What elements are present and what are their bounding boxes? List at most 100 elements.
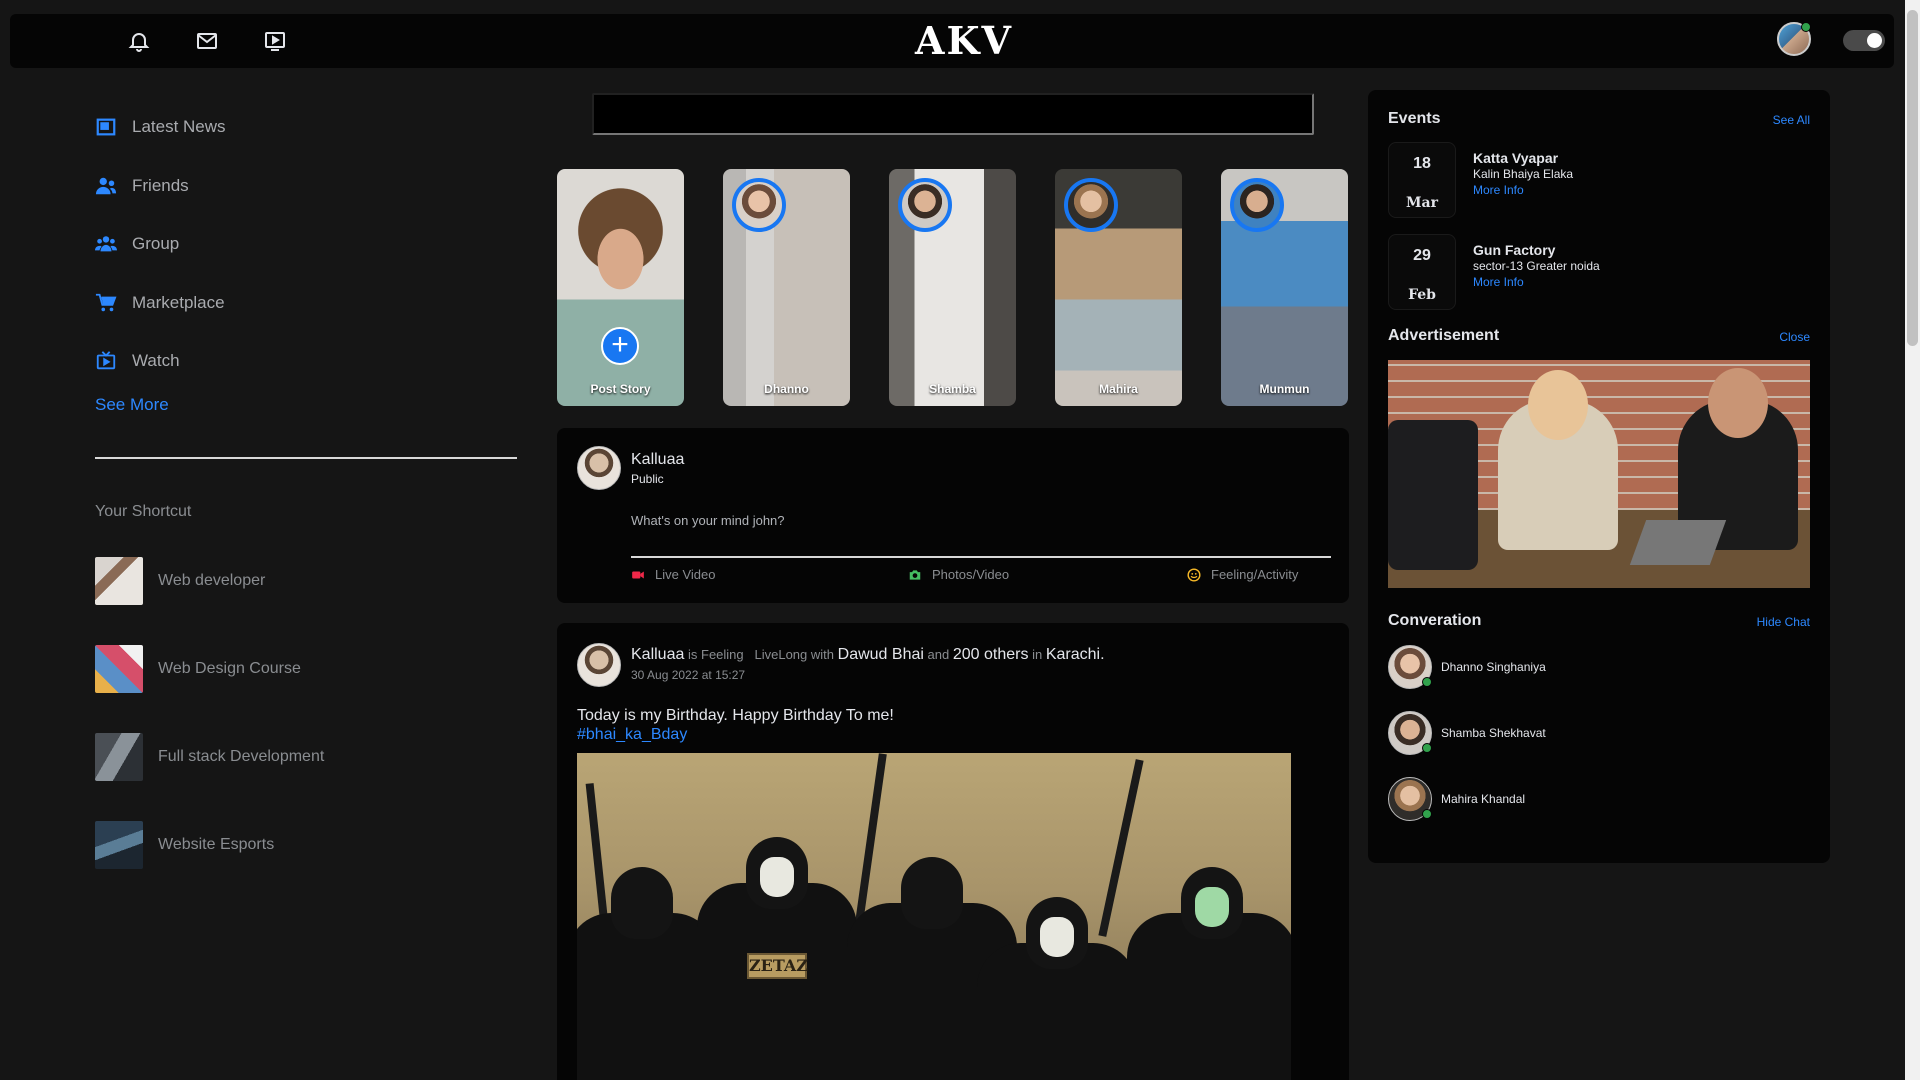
sidebar-item-label: Watch xyxy=(132,351,180,371)
image-detail xyxy=(1098,759,1144,937)
shortcut-website-esports[interactable]: Website Esports xyxy=(95,801,517,889)
tagged-others[interactable]: 200 others xyxy=(953,646,1029,663)
sidebar-item-label: Marketplace xyxy=(132,292,225,312)
advertisement-title: Advertisement xyxy=(1388,327,1500,344)
story-name: Post Story xyxy=(590,382,651,396)
tagged-friend[interactable]: Dawud Bhai xyxy=(838,646,924,663)
event-title: Katta Vyapar xyxy=(1473,150,1559,166)
bell-icon[interactable] xyxy=(127,29,151,53)
composer-avatar[interactable] xyxy=(577,446,621,490)
post-hashtag[interactable]: #bhai_ka_Bday xyxy=(577,726,687,744)
sidebar-item-watch[interactable]: Watch xyxy=(95,332,517,391)
page-scrollbar[interactable] xyxy=(1905,0,1920,1080)
composer-divider xyxy=(631,556,1331,558)
camera-icon xyxy=(909,569,921,580)
event-location: Kalin Bhaiya Elaka xyxy=(1473,167,1574,181)
contact-item[interactable]: Shamba Shekhavat xyxy=(1388,711,1808,755)
story-avatar xyxy=(1064,178,1118,232)
event-day: 29 xyxy=(1413,247,1431,264)
image-figure xyxy=(1127,867,1291,1080)
story-image xyxy=(557,169,684,406)
watch-icon xyxy=(95,350,117,372)
post-timestamp[interactable]: 30 Aug 2022 at 15:27 xyxy=(631,668,745,682)
live-video-button[interactable]: Live Video xyxy=(631,567,715,582)
event-more-info-link[interactable]: More Info xyxy=(1473,275,1524,289)
event-date: 18 Mar xyxy=(1388,142,1456,218)
post-composer: Kalluaa Public Live Video Photos/Video F… xyxy=(557,428,1349,603)
profile-avatar[interactable] xyxy=(1777,22,1811,56)
online-indicator xyxy=(1801,22,1811,32)
feeling-activity-button[interactable]: Feeling/Activity xyxy=(1187,567,1298,582)
contact-name: Shamba Shekhavat xyxy=(1441,726,1546,740)
shortcut-thumbnail xyxy=(95,732,143,781)
left-sidebar: Latest News Friends Group Marketplace Wa… xyxy=(95,98,517,889)
story-shamba[interactable]: Shamba xyxy=(889,169,1016,406)
hide-chat-button[interactable]: Hide Chat xyxy=(1757,615,1810,629)
advertisement-image[interactable] xyxy=(1388,360,1810,588)
image-detail xyxy=(1040,917,1074,957)
post-in: in xyxy=(1032,647,1043,662)
contact-item[interactable]: Mahira Khandal xyxy=(1388,777,1808,821)
post-image[interactable]: ZETAZ xyxy=(577,753,1291,1080)
video-icon xyxy=(632,571,644,578)
shortcut-label: Web developer xyxy=(158,571,266,589)
event-day: 18 xyxy=(1413,155,1431,172)
post-author[interactable]: Kalluaa xyxy=(631,646,684,663)
composer-audience[interactable]: Public xyxy=(631,472,664,486)
sidebar-item-friends[interactable]: Friends xyxy=(95,157,517,216)
image-detail xyxy=(1629,520,1727,565)
post-input[interactable] xyxy=(631,510,1331,530)
post-feeling: LiveLong xyxy=(754,647,808,662)
online-indicator xyxy=(1422,677,1432,687)
see-more-link[interactable]: See More xyxy=(95,395,517,419)
story-name: Munmun xyxy=(1259,382,1310,396)
sidebar-item-group[interactable]: Group xyxy=(95,215,517,274)
smile-icon xyxy=(1187,567,1201,582)
image-patch: ZETAZ xyxy=(747,953,808,979)
shortcut-thumbnail xyxy=(95,820,143,869)
theme-toggle[interactable] xyxy=(1843,30,1885,51)
photos-video-button[interactable]: Photos/Video xyxy=(908,567,1009,582)
story-post[interactable]: + Post Story xyxy=(557,169,684,406)
image-figure xyxy=(577,867,717,1080)
shortcut-full-stack-development[interactable]: Full stack Development xyxy=(95,713,517,801)
sidebar-item-marketplace[interactable]: Marketplace xyxy=(95,274,517,333)
top-navigation: AKV xyxy=(10,14,1894,68)
contact-item[interactable]: Dhanno Singhaniya xyxy=(1388,645,1808,689)
story-name: Dhanno xyxy=(764,382,809,396)
event-month: Feb xyxy=(1408,287,1436,303)
group-icon xyxy=(95,233,117,255)
online-indicator xyxy=(1422,809,1432,819)
see-all-events-link[interactable]: See All xyxy=(1773,113,1810,127)
shortcut-web-developer[interactable]: Web developer xyxy=(95,537,517,625)
story-munmun[interactable]: Munmun xyxy=(1221,169,1348,406)
add-story-icon[interactable]: + xyxy=(601,327,639,365)
post-and: and xyxy=(927,647,950,662)
scrollbar-thumb[interactable] xyxy=(1907,10,1918,346)
shortcut-web-design-course[interactable]: Web Design Course xyxy=(95,625,517,713)
image-detail xyxy=(1195,887,1229,927)
story-mahira[interactable]: Mahira xyxy=(1055,169,1182,406)
event-title: Gun Factory xyxy=(1473,242,1556,258)
story-avatar xyxy=(1230,178,1284,232)
app-logo[interactable]: AKV xyxy=(915,22,1013,60)
event-more-info-link[interactable]: More Info xyxy=(1473,183,1524,197)
sidebar-item-latest-news[interactable]: Latest News xyxy=(95,98,517,157)
search-input[interactable] xyxy=(592,93,1314,135)
shortcut-thumbnail xyxy=(95,644,143,693)
online-indicator xyxy=(1422,743,1432,753)
image-detail xyxy=(901,857,963,929)
post-location[interactable]: Karachi. xyxy=(1046,646,1105,663)
close-ad-button[interactable]: Close xyxy=(1779,330,1810,344)
right-panel: Events See All 18 Mar Katta Vyapar Kalin… xyxy=(1368,90,1830,863)
image-figure xyxy=(977,897,1137,1080)
story-avatar xyxy=(732,178,786,232)
mail-icon[interactable] xyxy=(195,29,219,53)
sidebar-item-label: Latest News xyxy=(132,117,226,137)
tv-icon[interactable] xyxy=(263,29,287,53)
sidebar-divider xyxy=(95,456,517,459)
sidebar-item-label: Group xyxy=(132,234,180,254)
post-author-avatar[interactable] xyxy=(577,643,621,687)
story-dhanno[interactable]: Dhanno xyxy=(723,169,850,406)
friends-icon xyxy=(95,175,117,197)
